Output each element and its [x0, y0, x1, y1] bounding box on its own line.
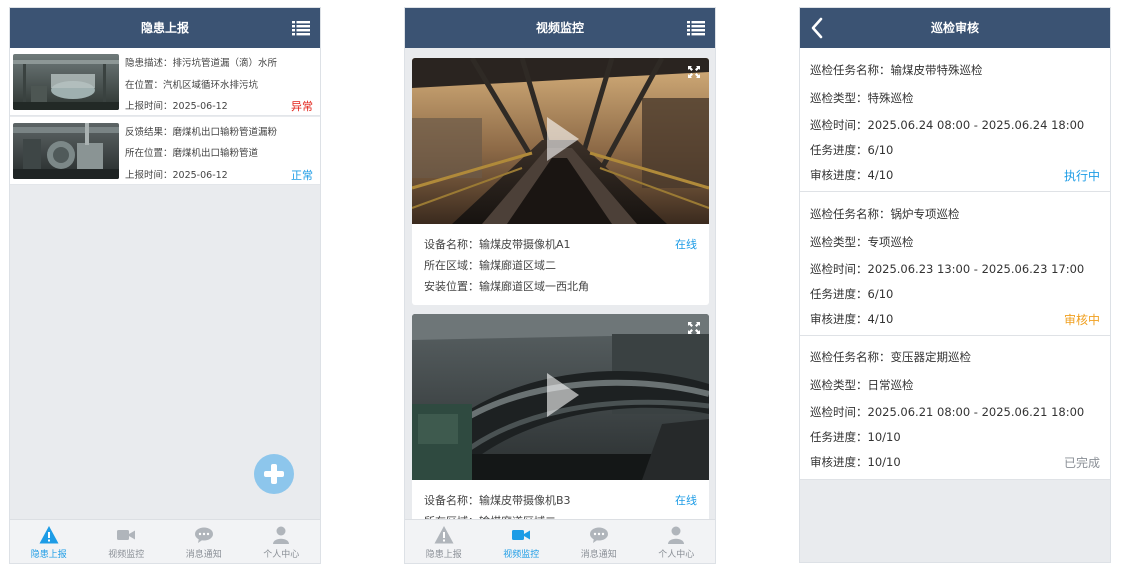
- tab-label: 消息通知: [580, 550, 617, 560]
- task-progress: 任务进度：10/10: [810, 430, 901, 444]
- task-type: 巡检类型：特殊巡检: [810, 91, 914, 105]
- camera-location: 安装位置：输煤廊道区域一西北角: [424, 280, 589, 293]
- task-time: 巡检时间：2025.06.21 08:00 - 2025.06.21 18:00: [810, 405, 1085, 419]
- fullscreen-icon[interactable]: [687, 321, 701, 335]
- bottom-tab-bar: 隐患上报 视频监控 消息通知 个人中心: [405, 519, 715, 563]
- warning-icon: [39, 526, 59, 544]
- camera-area: 所在区域：输煤廊道区域二: [424, 259, 556, 272]
- video-camera-icon: [117, 530, 136, 540]
- video-player[interactable]: [412, 314, 709, 480]
- page-title: 视频监控: [535, 21, 584, 35]
- tab-label: 视频监控: [503, 550, 540, 560]
- report-time: 上报时间：2025-06-12: [125, 170, 228, 181]
- hazard-report-screen: 隐患上报 隐患描述：排污坑管道漏（滴）水所 在位置：汽机区域循环水排污坑 上报时…: [9, 7, 321, 564]
- report-location: 在位置：汽机区域循环水排污坑: [125, 80, 259, 91]
- header: 隐患上报: [10, 8, 320, 48]
- user-icon: [668, 526, 685, 544]
- tab-profile[interactable]: 个人中心: [243, 520, 321, 563]
- task-time: 巡检时间：2025.06.24 08:00 - 2025.06.24 18:00: [810, 118, 1085, 132]
- tab-messages[interactable]: 消息通知: [165, 520, 243, 563]
- fullscreen-icon[interactable]: [687, 65, 701, 79]
- report-time: 上报时间：2025-06-12: [125, 101, 228, 112]
- header: 巡检审核: [800, 8, 1110, 48]
- camera-name: 设备名称：输煤皮带摄像机B3: [424, 494, 571, 507]
- task-name: 巡检任务名称：变压器定期巡检: [810, 350, 971, 364]
- review-progress: 审核进度：4/10: [810, 312, 894, 326]
- tab-video-monitor[interactable]: 视频监控: [88, 520, 166, 563]
- task-progress: 任务进度：6/10: [810, 287, 894, 301]
- task-progress: 任务进度：6/10: [810, 143, 894, 157]
- task-card[interactable]: 巡检任务名称：锅炉专项巡检 巡检类型：专项巡检 巡检时间：2025.06.23 …: [800, 192, 1110, 336]
- page-title: 巡检审核: [930, 21, 979, 35]
- page-title: 隐患上报: [140, 21, 189, 35]
- camera-name: 设备名称：输煤皮带摄像机A1: [424, 238, 571, 251]
- task-card[interactable]: 巡检任务名称：输煤皮带特殊巡检 巡检类型：特殊巡检 巡检时间：2025.06.2…: [800, 48, 1110, 192]
- add-report-button[interactable]: [254, 454, 294, 494]
- chat-bubble-icon: [194, 527, 213, 543]
- report-thumbnail: [13, 54, 119, 110]
- task-status: 执行中: [1063, 169, 1100, 183]
- tab-hazard-report[interactable]: 隐患上报: [10, 520, 88, 563]
- warning-icon: [434, 526, 454, 544]
- report-description: 隐患描述：排污坑管道漏（滴）水所: [125, 58, 278, 69]
- task-card[interactable]: 巡检任务名称：变压器定期巡检 巡检类型：日常巡检 巡检时间：2025.06.21…: [800, 336, 1110, 480]
- video-player[interactable]: [412, 58, 709, 224]
- task-status: 审核中: [1063, 313, 1100, 327]
- list-menu-icon[interactable]: [687, 20, 705, 36]
- bottom-tab-bar: 隐患上报 视频监控 消息通知 个人中心: [10, 519, 320, 563]
- online-status: 在线: [675, 494, 697, 507]
- report-thumbnail: [13, 123, 119, 179]
- review-progress: 审核进度：4/10: [810, 168, 894, 182]
- list-menu-icon[interactable]: [292, 20, 310, 36]
- video-monitor-screen: 视频监控 设备名称：输煤皮带摄像机A1 在线 所在区域：输煤廊道区域二 安装位置…: [404, 7, 716, 564]
- task-type: 巡检类型：日常巡检: [810, 378, 914, 392]
- tab-video-monitor[interactable]: 视频监控: [483, 520, 561, 563]
- header: 视频监控: [405, 8, 715, 48]
- tab-label: 隐患上报: [30, 550, 67, 560]
- task-name: 巡检任务名称：输煤皮带特殊巡检: [810, 63, 983, 77]
- task-type: 巡检类型：专项巡检: [810, 235, 914, 249]
- review-progress: 审核进度：10/10: [810, 455, 901, 469]
- tab-hazard-report[interactable]: 隐患上报: [405, 520, 483, 563]
- tab-label: 视频监控: [108, 550, 145, 560]
- report-item[interactable]: 隐患描述：排污坑管道漏（滴）水所 在位置：汽机区域循环水排污坑 上报时间：202…: [10, 48, 320, 116]
- video-camera-icon: [512, 530, 531, 540]
- status-badge: 正常: [291, 169, 313, 182]
- chat-bubble-icon: [589, 527, 608, 543]
- camera-card[interactable]: 设备名称：输煤皮带摄像机A1 在线 所在区域：输煤廊道区域二 安装位置：输煤廊道…: [412, 58, 709, 305]
- task-status: 已完成: [1063, 456, 1100, 470]
- status-badge: 异常: [291, 100, 313, 113]
- play-icon[interactable]: [545, 371, 581, 419]
- play-icon[interactable]: [545, 115, 581, 163]
- user-icon: [273, 526, 290, 544]
- report-item[interactable]: 反馈结果：磨煤机出口输粉管道漏粉 所在位置：磨煤机出口输粉管道 上报时间：202…: [10, 117, 320, 185]
- inspection-review-screen: 巡检审核 巡检任务名称：输煤皮带特殊巡检 巡检类型：特殊巡检 巡检时间：2025…: [799, 7, 1111, 563]
- tab-profile[interactable]: 个人中心: [638, 520, 716, 563]
- camera-card[interactable]: 设备名称：输煤皮带摄像机B3 在线 所在区域：输煤廊道区域二: [412, 314, 709, 524]
- online-status: 在线: [675, 238, 697, 251]
- tab-messages[interactable]: 消息通知: [560, 520, 638, 563]
- report-description: 反馈结果：磨煤机出口输粉管道漏粉: [125, 127, 278, 138]
- task-name: 巡检任务名称：锅炉专项巡检: [810, 207, 960, 221]
- tab-label: 个人中心: [263, 550, 300, 560]
- report-location: 所在位置：磨煤机出口输粉管道: [125, 148, 259, 159]
- task-time: 巡检时间：2025.06.23 13:00 - 2025.06.23 17:00: [810, 262, 1085, 276]
- tab-label: 隐患上报: [425, 550, 462, 560]
- tab-label: 个人中心: [658, 550, 695, 560]
- tab-label: 消息通知: [185, 550, 222, 560]
